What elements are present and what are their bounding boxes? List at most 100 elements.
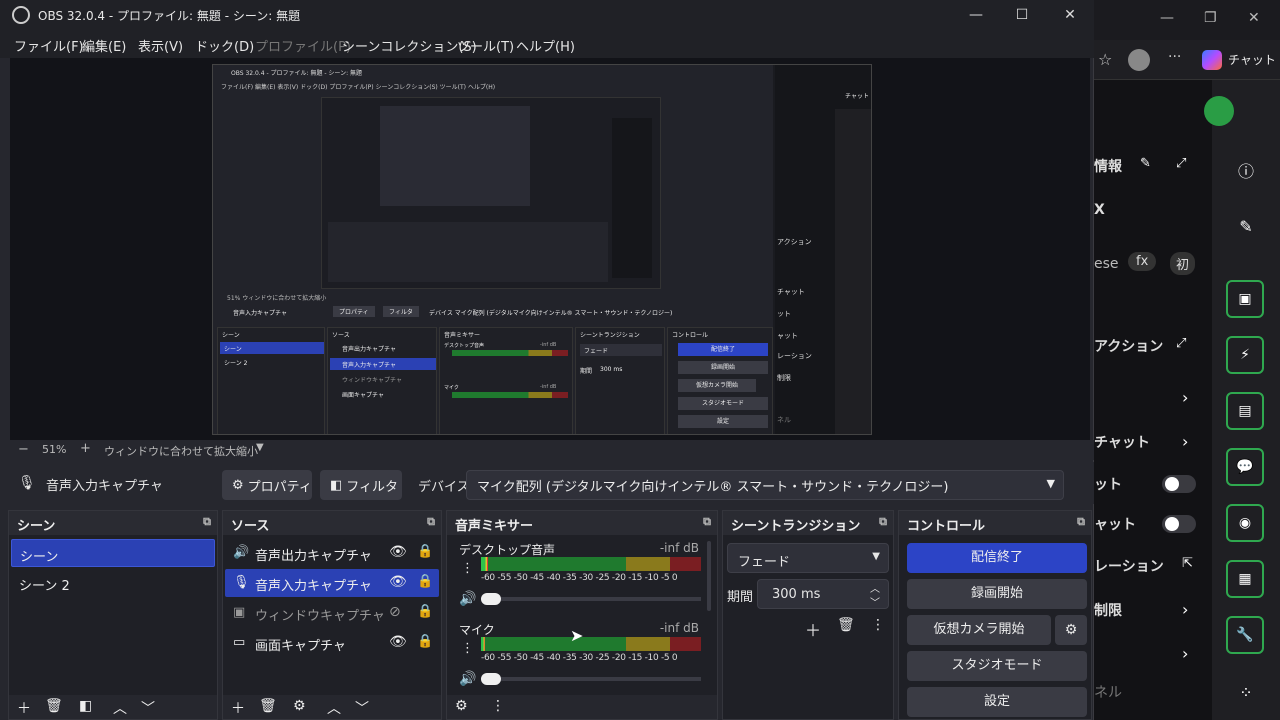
gear-icon[interactable]: ⚙ xyxy=(455,698,468,714)
add-icon[interactable]: ＋ xyxy=(17,698,31,718)
add-icon[interactable]: ＋ xyxy=(805,617,821,641)
document-icon[interactable]: ▤ xyxy=(1226,392,1264,430)
menu-view[interactable]: 表示(V) xyxy=(138,36,183,55)
more-options-icon[interactable]: ··· xyxy=(1168,49,1181,65)
chevron-right-icon[interactable]: › xyxy=(1182,644,1188,663)
stop-streaming-button[interactable]: 配信終了 xyxy=(907,543,1087,573)
move-up-icon[interactable]: ︿ xyxy=(113,698,127,718)
chevron-down-icon[interactable]: ▼ xyxy=(872,551,880,562)
capture-icon[interactable]: ▣ xyxy=(1226,280,1264,318)
zoom-in-button[interactable]: + xyxy=(80,441,91,456)
scene-item[interactable]: シーン 2 xyxy=(11,569,215,597)
scrollbar[interactable] xyxy=(707,541,711,611)
more-vertical-icon[interactable]: ⋮ xyxy=(871,617,885,633)
source-item[interactable]: 🎙 音声入力キャプチャ 👁 🔒 xyxy=(225,569,439,597)
source-item[interactable]: 🔊 音声出力キャプチャ 👁 🔒 xyxy=(225,539,439,567)
device-select[interactable]: マイク配列 (デジタルマイク向けインテル® スマート・サウンド・テクノロジー) … xyxy=(466,470,1064,500)
trash-icon[interactable]: 🗑 xyxy=(259,698,277,714)
lock-icon[interactable]: 🔒 xyxy=(417,634,433,649)
chevron-down-icon[interactable]: ▼ xyxy=(256,442,264,453)
move-up-icon[interactable]: ︿ xyxy=(327,698,341,718)
restore-icon[interactable]: ❐ xyxy=(1204,10,1217,26)
filters-button[interactable]: ◧ フィルタ xyxy=(320,470,402,500)
studio-mode-button[interactable]: スタジオモード xyxy=(907,651,1087,681)
menu-file[interactable]: ファイル(F) xyxy=(14,36,84,55)
eye-hidden-icon[interactable]: ⊘ xyxy=(389,604,401,620)
profile-avatar[interactable] xyxy=(1128,49,1150,71)
eye-icon[interactable]: 👁 xyxy=(389,574,407,590)
gear-icon[interactable]: ⚙ xyxy=(293,698,306,714)
volume-slider[interactable] xyxy=(481,597,701,601)
filter-icon[interactable]: ◧ xyxy=(79,698,92,714)
pencil-icon[interactable]: ✎ xyxy=(1236,216,1256,236)
share-icon[interactable]: ⤢ xyxy=(1176,156,1186,171)
lock-icon[interactable]: 🔒 xyxy=(417,574,433,589)
add-icon[interactable]: ＋ xyxy=(231,698,245,718)
source-item[interactable]: ▣ ウィンドウキャプチャ ⊘ 🔒 xyxy=(225,599,439,627)
speaker-icon[interactable]: 🔊 xyxy=(459,591,476,607)
close-button[interactable]: ✕ xyxy=(1048,3,1092,27)
settings-button[interactable]: 設定 xyxy=(907,687,1087,717)
fx-chip[interactable]: fx xyxy=(1128,252,1157,271)
chevron-up-icon[interactable]: ︿ xyxy=(870,580,880,595)
chat-bubble-icon[interactable]: 💬 xyxy=(1226,448,1264,486)
initial-chip[interactable]: 初 xyxy=(1170,252,1196,275)
trash-icon[interactable]: 🗑 xyxy=(45,698,63,714)
undock-icon[interactable]: ⧉ xyxy=(427,515,435,529)
zoom-out-button[interactable]: − xyxy=(18,442,29,457)
edit-icon[interactable]: ✎ xyxy=(1140,156,1151,171)
menu-help[interactable]: ヘルプ(H) xyxy=(516,36,575,55)
close-icon[interactable]: ✕ xyxy=(1248,10,1260,26)
volume-slider-handle[interactable] xyxy=(481,593,501,605)
transition-select[interactable]: フェード ▼ xyxy=(727,543,889,573)
undock-icon[interactable]: ⧉ xyxy=(703,515,711,529)
dots-cluster-icon[interactable]: ⁘ xyxy=(1236,682,1256,702)
move-down-icon[interactable]: ﹀ xyxy=(355,698,369,718)
layout-icon[interactable]: ▦ xyxy=(1226,560,1264,598)
start-virtual-camera-button[interactable]: 仮想カメラ開始 xyxy=(907,615,1051,645)
lock-icon[interactable]: 🔒 xyxy=(417,544,433,559)
move-down-icon[interactable]: ﹀ xyxy=(141,698,155,718)
minimize-button[interactable]: — xyxy=(954,3,998,27)
flash-icon[interactable]: ⚡ xyxy=(1226,336,1264,374)
minimize-icon[interactable]: — xyxy=(1160,10,1174,26)
menu-dock[interactable]: ドック(D) xyxy=(195,36,254,55)
undock-icon[interactable]: ⧉ xyxy=(203,515,211,529)
broadcast-icon[interactable]: ◉ xyxy=(1226,504,1264,542)
wrench-icon[interactable]: 🔧 xyxy=(1226,616,1264,654)
volume-slider[interactable] xyxy=(481,677,701,681)
volume-slider-handle[interactable] xyxy=(481,673,501,685)
scene-item[interactable]: シーン xyxy=(11,539,215,567)
copilot-icon[interactable] xyxy=(1202,50,1222,70)
duration-spinbox[interactable]: 300 ms ︿ ﹀ xyxy=(757,579,889,609)
properties-button[interactable]: ⚙ プロパティ xyxy=(222,470,312,500)
toggle-switch[interactable] xyxy=(1162,475,1196,493)
favorites-icon[interactable]: ☆ xyxy=(1098,50,1112,69)
menu-edit[interactable]: 編集(E) xyxy=(82,36,126,55)
chevron-right-icon[interactable]: › xyxy=(1182,388,1188,407)
chevron-down-icon[interactable]: ▼ xyxy=(1047,477,1055,490)
more-vertical-icon[interactable]: ⋮ xyxy=(461,641,474,656)
virtual-camera-settings-button[interactable]: ⚙ xyxy=(1055,615,1087,645)
chevron-right-icon[interactable]: › xyxy=(1182,432,1188,451)
trash-icon[interactable]: 🗑 xyxy=(837,617,855,633)
undock-icon[interactable]: ⧉ xyxy=(1077,515,1085,529)
undock-icon[interactable]: ⧉ xyxy=(879,515,887,529)
chevron-right-icon[interactable]: › xyxy=(1182,600,1188,619)
speaker-icon[interactable]: 🔊 xyxy=(459,671,476,687)
avatar-icon[interactable] xyxy=(1204,96,1234,126)
lock-icon[interactable]: 🔒 xyxy=(417,604,433,619)
toggle-switch[interactable] xyxy=(1162,515,1196,533)
source-item[interactable]: ▭ 画面キャプチャ 👁 🔒 xyxy=(225,629,439,657)
info-icon[interactable]: ⓘ xyxy=(1236,160,1256,181)
external-link-icon[interactable]: ⇱ xyxy=(1182,556,1193,571)
more-vertical-icon[interactable]: ⋮ xyxy=(461,561,474,576)
start-recording-button[interactable]: 録画開始 xyxy=(907,579,1087,609)
menu-profile[interactable]: プロファイル(P) xyxy=(255,36,351,55)
share-icon[interactable]: ⤢ xyxy=(1176,336,1186,351)
maximize-button[interactable]: ☐ xyxy=(1000,3,1044,27)
chat-label[interactable]: チャット xyxy=(1228,51,1276,68)
eye-icon[interactable]: 👁 xyxy=(389,634,407,650)
chevron-down-icon[interactable]: ﹀ xyxy=(870,594,880,609)
eye-icon[interactable]: 👁 xyxy=(389,544,407,560)
